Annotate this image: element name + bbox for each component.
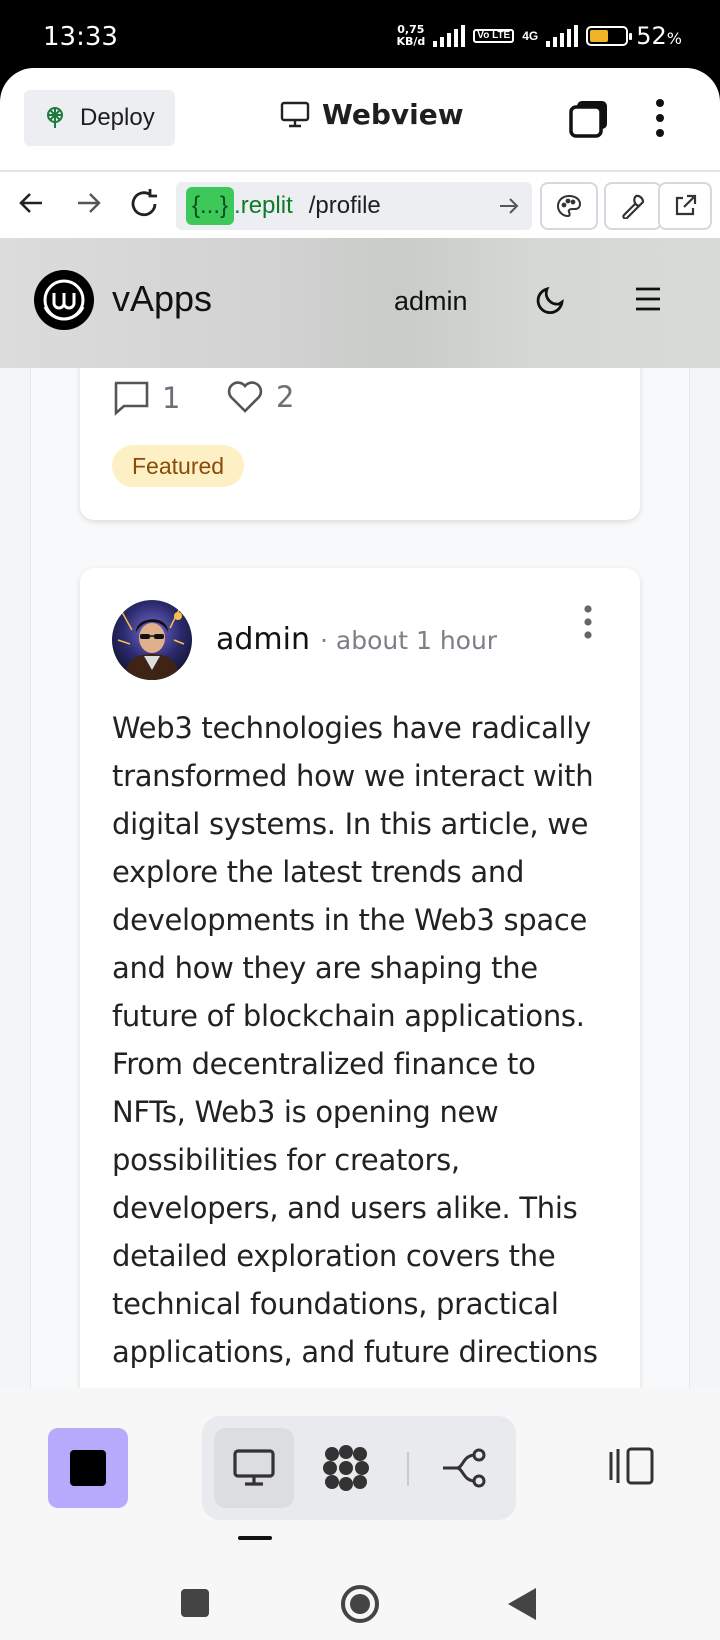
back-arrow-icon[interactable] (18, 188, 46, 218)
featured-badge: Featured (112, 445, 245, 487)
network-speed: 0,75 KB/d (396, 23, 426, 48)
heart-icon (227, 381, 263, 413)
external-link-icon (675, 194, 697, 216)
post-options-icon[interactable] (578, 604, 598, 640)
status-bar: 13:33 0,75 KB/d Vo LTE 4G 52% (0, 0, 720, 72)
git-tab[interactable] (424, 1428, 504, 1508)
battery-level (590, 30, 608, 42)
address-bar: {...} .replit /profile (0, 170, 720, 238)
signal-icon (433, 25, 466, 47)
comment-count[interactable]: 1 (112, 380, 180, 416)
battery-percent: 52% (636, 22, 682, 50)
webview-tab[interactable] (214, 1428, 294, 1508)
back-button[interactable] (506, 1586, 538, 1622)
stop-icon (70, 1450, 106, 1486)
deploy-button[interactable]: Deploy (24, 90, 175, 146)
status-icons: 0,75 KB/d Vo LTE 4G 52% (396, 22, 682, 50)
volte-icon: Vo LTE (473, 29, 515, 43)
battery-icon (586, 26, 633, 46)
deploy-icon (47, 107, 63, 128)
stop-button[interactable] (48, 1428, 128, 1508)
url-chip: {...} (186, 187, 235, 225)
logo-icon (43, 279, 85, 321)
apps-grid-icon (323, 1445, 369, 1491)
divider (407, 1452, 409, 1486)
url-path: /profile (308, 192, 381, 219)
network-type: 4G (522, 29, 539, 43)
post-time: · about 1 hour (320, 626, 498, 655)
header-username[interactable]: admin (394, 286, 468, 317)
home-button[interactable] (340, 1584, 380, 1624)
post-author[interactable]: admin (216, 622, 310, 657)
url-field[interactable]: {...} .replit /profile (176, 182, 532, 230)
tabs-icon[interactable] (569, 100, 609, 138)
branch-icon (443, 1448, 486, 1488)
forward-arrow-icon[interactable] (74, 188, 102, 218)
monitor-icon (233, 1449, 275, 1486)
view-switcher (202, 1416, 516, 1520)
recent-apps-button[interactable] (180, 1588, 210, 1618)
like-count[interactable]: 2 (226, 380, 294, 414)
reload-icon[interactable] (128, 188, 160, 220)
palette-icon (556, 194, 582, 218)
deploy-label: Deploy (80, 104, 155, 131)
open-external-button[interactable] (658, 182, 712, 230)
workspace-tab[interactable] (306, 1428, 386, 1508)
signal-icon-2 (546, 25, 579, 47)
feed: 1 2 Featured admin · about 1 hour Web3 t… (0, 238, 720, 1388)
devtools-button[interactable] (604, 182, 662, 230)
comment-icon (114, 381, 149, 416)
brand-name[interactable]: vApps (112, 278, 212, 320)
palette-button[interactable] (540, 182, 598, 230)
post-body: Web3 technologies have radically transfo… (112, 711, 598, 1369)
go-arrow-icon[interactable] (498, 194, 520, 218)
clock: 13:33 (43, 22, 118, 52)
more-options-icon[interactable] (650, 98, 670, 138)
bottom-toolbar (0, 1388, 720, 1640)
home-indicator (238, 1536, 272, 1540)
author-avatar[interactable] (112, 600, 192, 680)
replit-header: Deploy Webview (0, 68, 720, 170)
wrench-icon (622, 194, 645, 219)
moon-icon[interactable] (535, 284, 567, 316)
webview-title: Webview (280, 98, 464, 131)
monitor-icon (280, 101, 310, 127)
app-logo[interactable] (34, 270, 94, 330)
avatar-image (112, 600, 192, 680)
menu-icon[interactable] (634, 286, 662, 312)
layout-toggle-icon[interactable] (608, 1446, 656, 1486)
url-host: .replit (234, 192, 293, 219)
app-header: vApps admin (0, 238, 720, 368)
